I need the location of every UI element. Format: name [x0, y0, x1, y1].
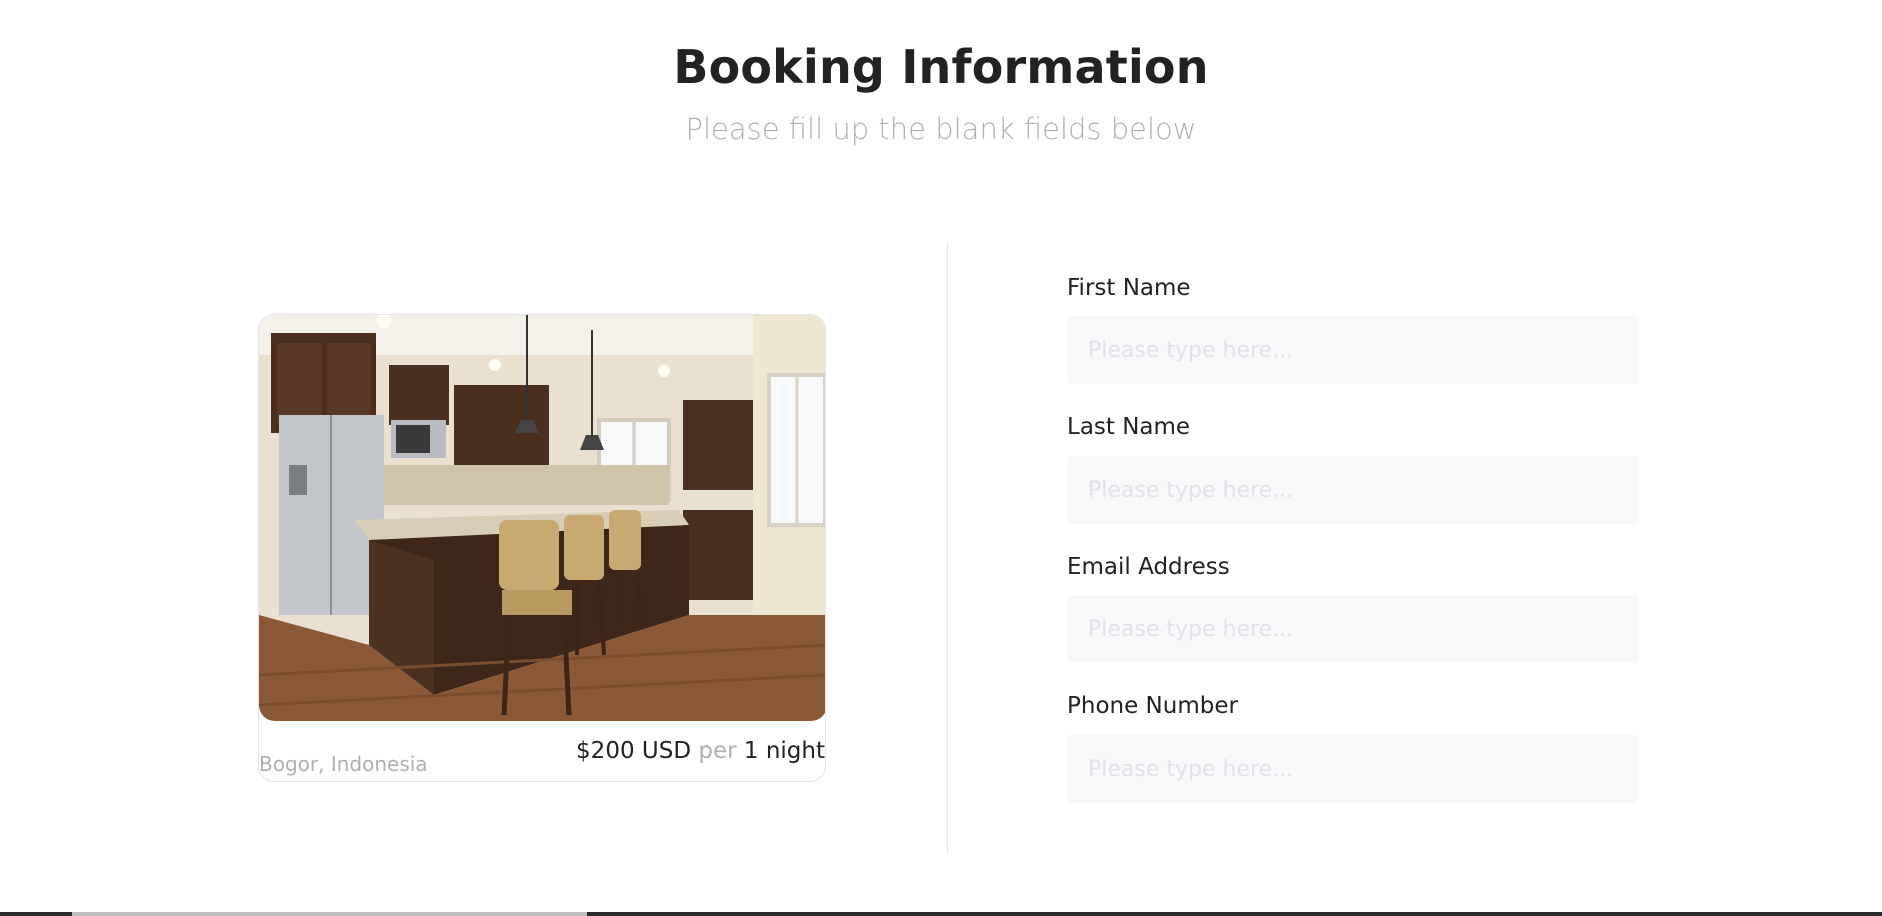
price-duration: 1 night — [743, 738, 825, 764]
phone-number-input[interactable] — [1067, 735, 1639, 803]
page-title: Booking Information — [673, 40, 1209, 94]
booking-page: Booking Information Please fill up the b… — [0, 0, 1882, 916]
last-name-label: Last Name — [1067, 414, 1191, 440]
price-per: per — [698, 738, 737, 764]
phone-number-label: Phone Number — [1067, 693, 1238, 719]
first-name-label: First Name — [1067, 275, 1191, 301]
bottom-scrollbar[interactable] — [0, 912, 1882, 916]
email-address-label: Email Address — [1067, 554, 1230, 580]
column-divider — [947, 242, 948, 854]
page-subtitle: Please fill up the blank fields below — [685, 112, 1197, 146]
price-amount: $200 USD — [576, 738, 692, 764]
property-photo — [259, 315, 825, 721]
email-address-input[interactable] — [1067, 595, 1639, 663]
property-card: Bogor, Indonesia $200 USD per 1 night — [258, 314, 826, 782]
property-price: $200 USD per 1 night — [576, 738, 825, 764]
last-name-input[interactable] — [1067, 456, 1639, 524]
first-name-input[interactable] — [1067, 316, 1639, 384]
scrollbar-thumb[interactable] — [72, 912, 587, 916]
property-location: Bogor, Indonesia — [259, 752, 428, 776]
